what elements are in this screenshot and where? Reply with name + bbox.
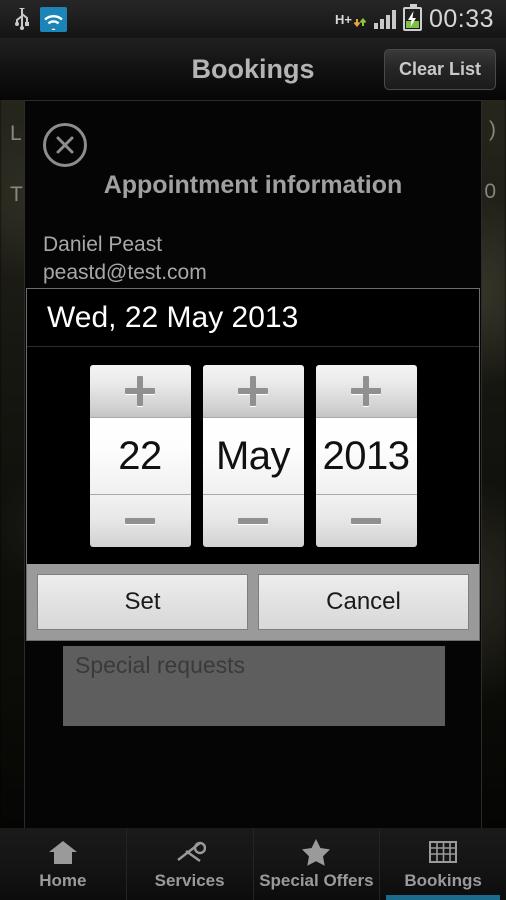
day-value[interactable]: 22: [89, 418, 191, 494]
month-decrement-button[interactable]: [202, 495, 304, 547]
network-type-icon: H+: [335, 12, 367, 27]
date-picker-spinners: 22 May 2013: [27, 347, 479, 565]
nav-item-bookings[interactable]: Bookings: [380, 828, 506, 900]
year-spinner: 2013: [315, 365, 417, 547]
month-increment-button[interactable]: [202, 365, 304, 417]
minus-icon: [238, 518, 268, 524]
minus-icon: [351, 518, 381, 524]
network-type-label: H+: [334, 11, 352, 27]
clear-list-button[interactable]: Clear List: [383, 49, 496, 90]
app-screen: L T ) 0 H+ 00:33 Bookings Clear List App…: [0, 0, 506, 900]
nav-label-services: Services: [154, 871, 225, 890]
set-button[interactable]: Set: [37, 574, 248, 630]
usb-icon: [14, 6, 30, 30]
action-bar: Bookings Clear List: [0, 38, 506, 100]
customer-name: Daniel Peast: [43, 233, 163, 256]
home-icon: [48, 837, 78, 867]
battery-charging-icon: [402, 4, 422, 31]
scissors-icon: [174, 837, 206, 867]
plus-icon: [238, 376, 268, 406]
date-picker-header: Wed, 22 May 2013: [27, 289, 479, 346]
signal-bars-icon: [373, 9, 396, 29]
close-icon[interactable]: [43, 123, 87, 167]
nav-label-special-offers: Special Offers: [259, 871, 374, 890]
nav-item-home[interactable]: Home: [0, 828, 127, 900]
wifi-icon: [40, 6, 67, 32]
nav-label-bookings: Bookings: [404, 871, 482, 890]
day-spinner: 22: [89, 365, 191, 547]
star-icon: [300, 837, 332, 867]
day-increment-button[interactable]: [89, 365, 191, 417]
special-requests-input[interactable]: Special requests: [63, 646, 445, 726]
page-title: Bookings: [191, 53, 315, 84]
date-picker-dialog: Wed, 22 May 2013 22 May 2013 Set Cancel: [26, 288, 480, 641]
day-decrement-button[interactable]: [89, 495, 191, 547]
data-arrows-icon: [353, 12, 367, 27]
appointment-dialog-title: Appointment information: [103, 171, 403, 199]
minus-icon: [125, 518, 155, 524]
year-increment-button[interactable]: [315, 365, 417, 417]
nav-item-services[interactable]: Services: [127, 828, 254, 900]
month-spinner: May: [202, 365, 304, 547]
year-value[interactable]: 2013: [315, 418, 417, 494]
nav-active-underline: [386, 895, 500, 900]
plus-icon: [125, 376, 155, 406]
status-bar: H+ 00:33: [0, 0, 506, 38]
date-picker-actions: Set Cancel: [27, 564, 479, 640]
nav-label-home: Home: [39, 871, 87, 890]
nav-item-special-offers[interactable]: Special Offers: [254, 828, 381, 900]
customer-email: peastd@test.com: [43, 261, 207, 284]
status-clock: 00:33: [428, 4, 494, 33]
selected-date-label: Wed, 22 May 2013: [47, 300, 299, 334]
calendar-grid-icon: [428, 837, 458, 867]
bottom-navigation: Home Services Special Offers Bookings: [0, 828, 506, 900]
month-value[interactable]: May: [202, 418, 304, 494]
year-decrement-button[interactable]: [315, 495, 417, 547]
special-requests-placeholder: Special requests: [75, 652, 246, 678]
plus-icon: [351, 376, 381, 406]
cancel-button[interactable]: Cancel: [258, 574, 469, 630]
